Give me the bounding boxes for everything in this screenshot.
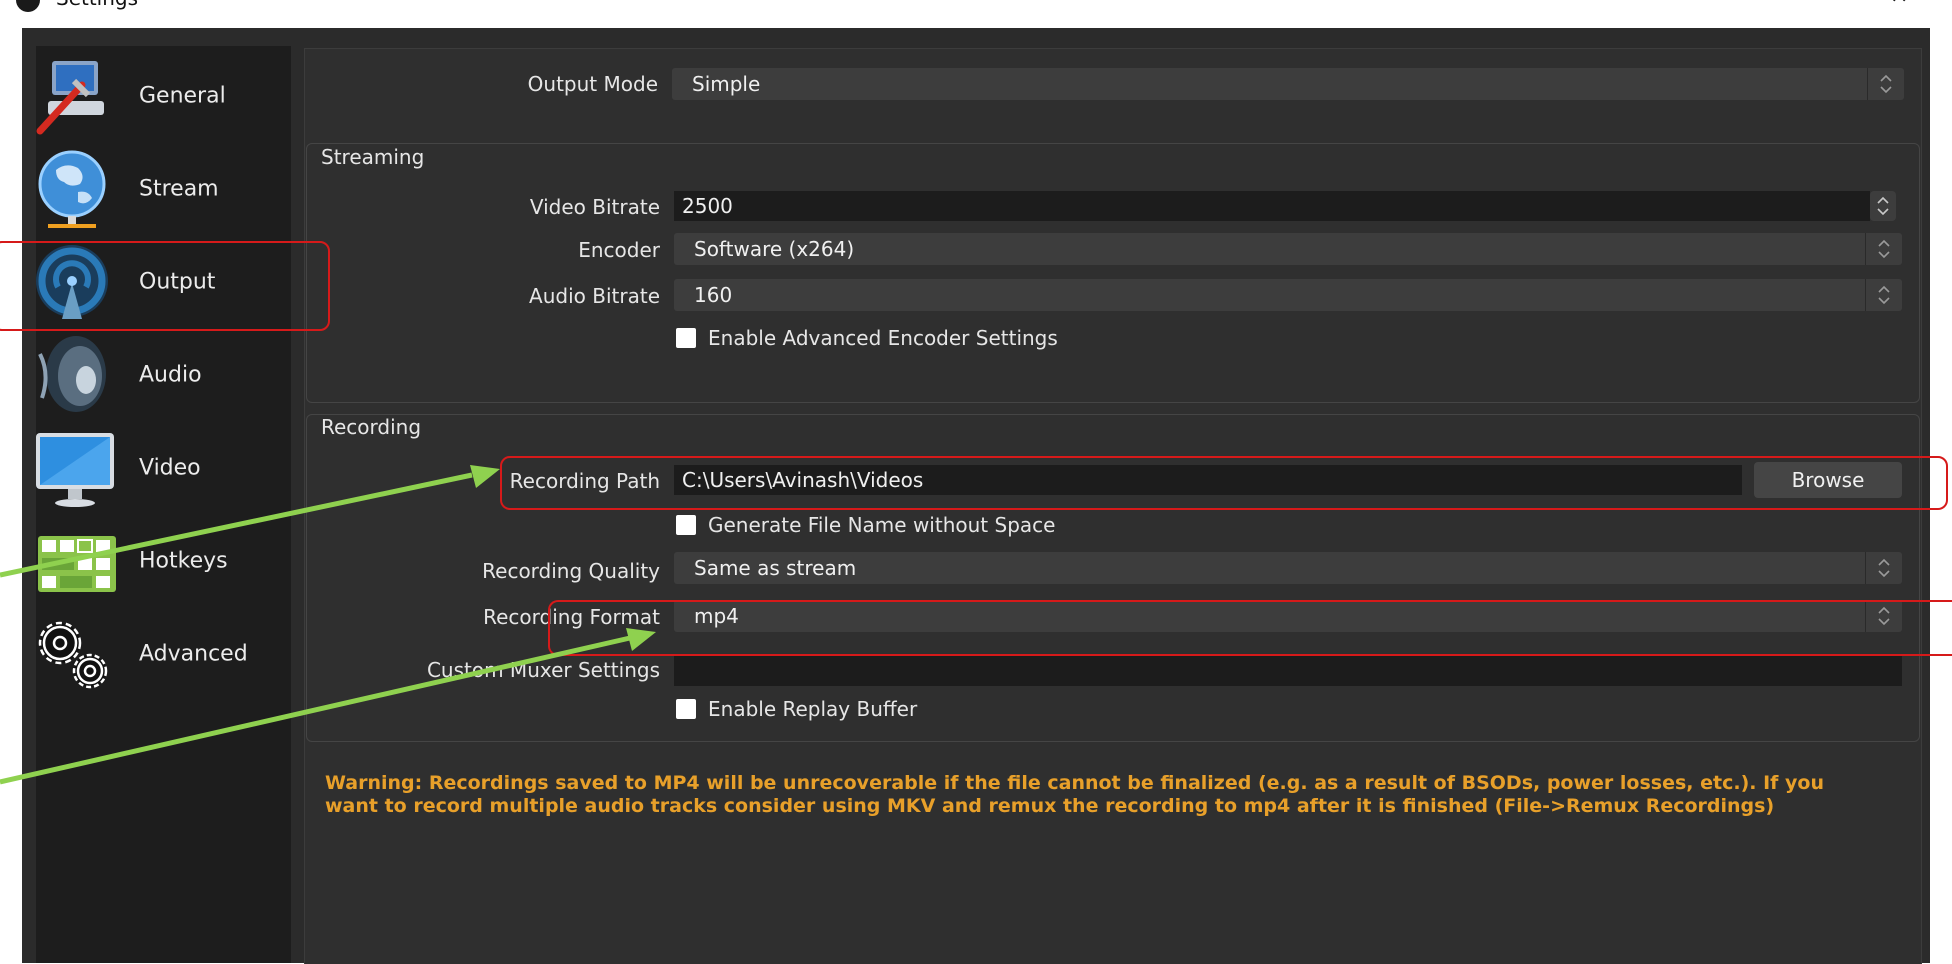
sidebar-item-label: Output <box>139 269 216 295</box>
dropdown-arrows-icon <box>1865 600 1902 632</box>
recording-path-label: Recording Path <box>509 469 660 493</box>
encoder-select[interactable]: Software (x264) <box>674 233 1902 265</box>
recording-format-select[interactable]: mp4 <box>674 600 1902 632</box>
recording-format-label: Recording Format <box>483 605 660 629</box>
output-mode-label: Output Mode <box>527 72 658 96</box>
general-icon <box>36 61 104 135</box>
audio-bitrate-label: Audio Bitrate <box>529 284 660 308</box>
recording-path-input[interactable]: C:\Users\Avinash\Videos <box>674 465 1742 495</box>
gears-icon <box>38 621 108 689</box>
keyboard-icon <box>38 536 116 592</box>
output-mode-value: Simple <box>692 72 761 96</box>
sidebar-item-hotkeys[interactable]: Hotkeys <box>36 516 291 606</box>
encoder-label: Encoder <box>578 238 660 262</box>
output-mode-select[interactable]: Simple <box>672 68 1904 100</box>
recording-quality-select[interactable]: Same as stream <box>674 552 1902 584</box>
speaker-icon <box>38 336 106 412</box>
video-bitrate-label: Video Bitrate <box>529 195 660 219</box>
globe-icon <box>38 150 106 228</box>
video-bitrate-value: 2500 <box>682 194 733 218</box>
streaming-group <box>306 143 1920 403</box>
title-bar: Settings – ✕ <box>0 0 1952 28</box>
sidebar-item-advanced[interactable]: Advanced <box>36 609 291 699</box>
broadcast-icon <box>36 245 108 319</box>
sidebar-item-label: Video <box>139 455 201 481</box>
replay-buffer-checkbox[interactable] <box>676 699 696 719</box>
replay-buffer-label: Enable Replay Buffer <box>708 697 918 721</box>
recording-group-title: Recording <box>318 415 425 439</box>
sidebar-item-label: Advanced <box>139 641 248 667</box>
custom-muxer-label: Custom Muxer Settings <box>426 658 660 682</box>
sidebar-item-audio[interactable]: Audio <box>36 330 291 420</box>
advanced-encoder-checkbox[interactable] <box>676 328 696 348</box>
dropdown-arrows-icon <box>1865 279 1902 311</box>
sidebar-item-general[interactable]: General <box>36 51 291 141</box>
recording-quality-label: Recording Quality <box>482 559 660 583</box>
obs-app-icon <box>16 0 40 12</box>
dropdown-arrows-icon <box>1867 68 1904 100</box>
custom-muxer-input[interactable] <box>674 656 1902 686</box>
spinner-arrows-icon <box>1877 196 1889 216</box>
sidebar-item-output[interactable]: Output <box>36 237 291 327</box>
streaming-group-title: Streaming <box>318 145 428 169</box>
dropdown-arrows-icon <box>1865 233 1902 265</box>
audio-bitrate-value: 160 <box>694 283 733 307</box>
recording-quality-value: Same as stream <box>694 556 857 580</box>
sidebar-item-label: Stream <box>139 176 219 202</box>
encoder-value: Software (x264) <box>694 237 855 261</box>
mp4-warning-line-2: want to record multiple audio tracks con… <box>325 795 1775 817</box>
sidebar-item-video[interactable]: Video <box>36 423 291 513</box>
mp4-warning-line-1: Warning: Recordings saved to MP4 will be… <box>325 772 1825 794</box>
settings-sidebar: General Stream Output Audio Video Hotkey… <box>36 46 291 963</box>
advanced-encoder-label: Enable Advanced Encoder Settings <box>708 326 1058 350</box>
audio-bitrate-select[interactable]: 160 <box>674 279 1902 311</box>
browse-button[interactable]: Browse <box>1754 462 1902 498</box>
recording-path-value: C:\Users\Avinash\Videos <box>682 468 924 492</box>
no-space-filename-label: Generate File Name without Space <box>708 513 1056 537</box>
sidebar-item-label: Hotkeys <box>139 548 228 574</box>
recording-format-value: mp4 <box>694 604 739 628</box>
window-title: Settings <box>56 0 138 10</box>
video-bitrate-spinner[interactable] <box>1870 191 1896 221</box>
close-button[interactable]: ✕ <box>1890 0 1908 9</box>
video-bitrate-input[interactable]: 2500 <box>674 191 1870 221</box>
monitor-icon <box>36 433 114 507</box>
sidebar-item-stream[interactable]: Stream <box>36 144 291 234</box>
dropdown-arrows-icon <box>1865 552 1902 584</box>
sidebar-item-label: Audio <box>139 362 202 388</box>
sidebar-item-label: General <box>139 83 226 109</box>
minimize-button[interactable]: – <box>1800 0 1810 10</box>
no-space-filename-checkbox[interactable] <box>676 515 696 535</box>
